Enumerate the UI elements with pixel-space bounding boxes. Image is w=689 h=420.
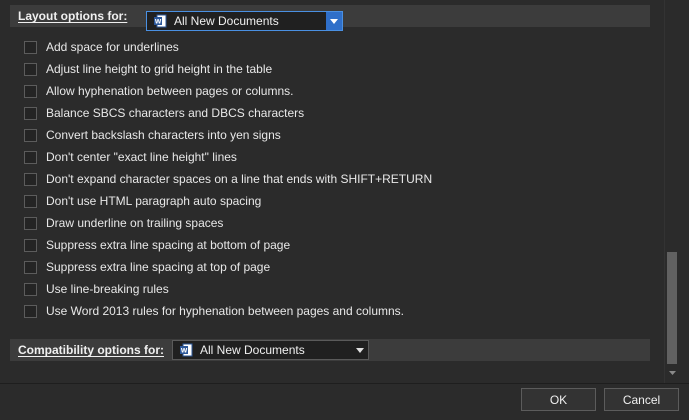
option-label: Adjust line height to grid height in the… xyxy=(46,62,273,76)
checkbox[interactable] xyxy=(24,194,37,208)
chevron-down-icon[interactable] xyxy=(352,341,368,359)
option-adjust-line-height[interactable]: Adjust line height to grid height in the… xyxy=(24,58,432,80)
checkbox[interactable] xyxy=(24,62,37,76)
option-allow-hyphenation[interactable]: Allow hyphenation between pages or colum… xyxy=(24,80,432,102)
option-label: Suppress extra line spacing at top of pa… xyxy=(46,260,271,274)
dialog-footer: OK Cancel xyxy=(0,383,689,420)
compatibility-options-dropdown[interactable]: W All New Documents xyxy=(172,340,369,360)
option-label: Draw underline on trailing spaces xyxy=(46,216,224,230)
svg-text:W: W xyxy=(155,19,162,26)
option-word-2013-hyphenation[interactable]: Use Word 2013 rules for hyphenation betw… xyxy=(24,300,432,322)
option-add-space-underlines[interactable]: Add space for underlines xyxy=(24,36,432,58)
option-convert-backslash[interactable]: Convert backslash characters into yen si… xyxy=(24,124,432,146)
option-dont-center-exact[interactable]: Don't center "exact line height" lines xyxy=(24,146,432,168)
checkbox[interactable] xyxy=(24,172,37,186)
option-dont-use-html-spacing[interactable]: Don't use HTML paragraph auto spacing xyxy=(24,190,432,212)
option-suppress-bottom-spacing[interactable]: Suppress extra line spacing at bottom of… xyxy=(24,234,432,256)
layout-options-label: Layout options for: xyxy=(18,9,128,23)
checkbox[interactable] xyxy=(24,40,37,54)
option-label: Suppress extra line spacing at bottom of… xyxy=(46,238,291,252)
cancel-button[interactable]: Cancel xyxy=(604,388,679,411)
option-draw-underline-trailing[interactable]: Draw underline on trailing spaces xyxy=(24,212,432,234)
checkbox[interactable] xyxy=(24,84,37,98)
option-label: Don't center "exact line height" lines xyxy=(46,150,237,164)
option-label: Use line-breaking rules xyxy=(46,282,169,296)
checkbox[interactable] xyxy=(24,150,37,164)
chevron-down-icon[interactable] xyxy=(326,12,342,30)
scroll-down-arrow-icon[interactable] xyxy=(667,366,677,380)
checkbox[interactable] xyxy=(24,128,37,142)
checkbox[interactable] xyxy=(24,282,37,296)
options-panel: Layout options for: W All New Documents … xyxy=(0,0,664,383)
option-label: Convert backslash characters into yen si… xyxy=(46,128,281,142)
svg-text:W: W xyxy=(181,348,188,355)
compat-dropdown-value: All New Documents xyxy=(200,343,305,357)
scrollbar-thumb[interactable] xyxy=(667,252,677,364)
option-label: Add space for underlines xyxy=(46,40,179,54)
word-document-icon: W xyxy=(179,343,193,357)
layout-dropdown-value: All New Documents xyxy=(174,14,279,28)
layout-options-header: Layout options for: W All New Documents xyxy=(10,5,650,31)
option-dont-expand-spaces[interactable]: Don't expand character spaces on a line … xyxy=(24,168,432,190)
option-label: Allow hyphenation between pages or colum… xyxy=(46,84,294,98)
window-edge xyxy=(679,0,689,383)
checkbox[interactable] xyxy=(24,216,37,230)
word-document-icon: W xyxy=(153,14,167,28)
option-label: Balance SBCS characters and DBCS charact… xyxy=(46,106,305,120)
ok-button[interactable]: OK xyxy=(521,388,596,411)
checkbox[interactable] xyxy=(24,304,37,318)
option-label: Don't expand character spaces on a line … xyxy=(46,172,433,186)
vertical-scrollbar[interactable] xyxy=(664,0,679,383)
checkbox[interactable] xyxy=(24,106,37,120)
compatibility-options-label: Compatibility options for: xyxy=(18,343,164,357)
checkbox[interactable] xyxy=(24,260,37,274)
checkbox[interactable] xyxy=(24,238,37,252)
option-line-breaking-rules[interactable]: Use line-breaking rules xyxy=(24,278,432,300)
option-balance-sbcs-dbcs[interactable]: Balance SBCS characters and DBCS charact… xyxy=(24,102,432,124)
layout-options-dropdown[interactable]: W All New Documents xyxy=(146,11,343,31)
option-label: Don't use HTML paragraph auto spacing xyxy=(46,194,262,208)
option-suppress-top-spacing[interactable]: Suppress extra line spacing at top of pa… xyxy=(24,256,432,278)
option-label: Use Word 2013 rules for hyphenation betw… xyxy=(46,304,405,318)
options-list: Add space for underlines Adjust line hei… xyxy=(24,36,432,322)
